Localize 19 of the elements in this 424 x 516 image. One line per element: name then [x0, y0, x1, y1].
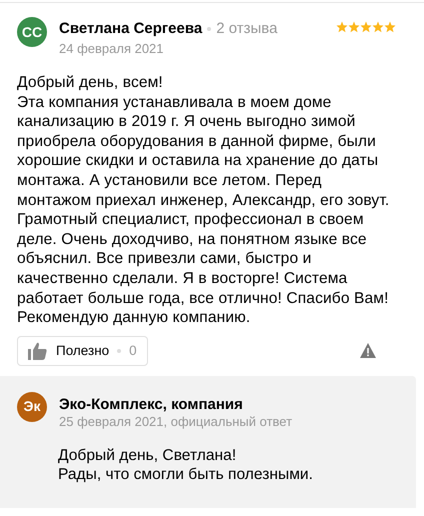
reply-date: 25 февраля 2021, официальный ответ: [59, 414, 292, 430]
star-icon: [372, 21, 384, 33]
review-text: Эта компания устанавливала в моем доме канализацию в 2019 г. Я очень выгодно зимой приобрела оборудования в данной фирме, были хорошие скидки и оставила на хранение до даты монтажа. А установили все летом. Перед монтажом приехал инженер, Александр, его зовут. Грамотный специалист, профессионал в своем деле. Очень доходчиво, на понятном языке все объяснил. Все привезли сами, быстро и качественно сделали. Я в восторге! Система работает больше года, все отлично! Спасибо Вам! Рекомендую данную компанию.: [17, 92, 390, 328]
review-text: Добрый день, всем!: [17, 73, 164, 93]
review-date: 24 февраля 2021: [59, 41, 165, 57]
star-icon: [336, 21, 348, 33]
reply-text: Добрый день, Светлана!: [58, 446, 238, 466]
avatar: СС: [17, 17, 47, 47]
warning-icon[interactable]: [360, 343, 376, 358]
avatar: Эк: [17, 392, 47, 422]
thumbs-up-icon: [28, 342, 48, 360]
star-icon: [360, 21, 372, 33]
star-icon: [348, 21, 360, 33]
helpful-button[interactable]: Полезно 0: [17, 336, 148, 366]
star-icon: [384, 21, 396, 33]
company-name[interactable]: Эко-Комплекс, компания: [59, 396, 292, 414]
separator-dot: [207, 26, 212, 31]
author-name[interactable]: Светлана Сергеева: [59, 20, 202, 37]
reply-text: Рады, что смогли быть полезными.: [58, 465, 314, 485]
